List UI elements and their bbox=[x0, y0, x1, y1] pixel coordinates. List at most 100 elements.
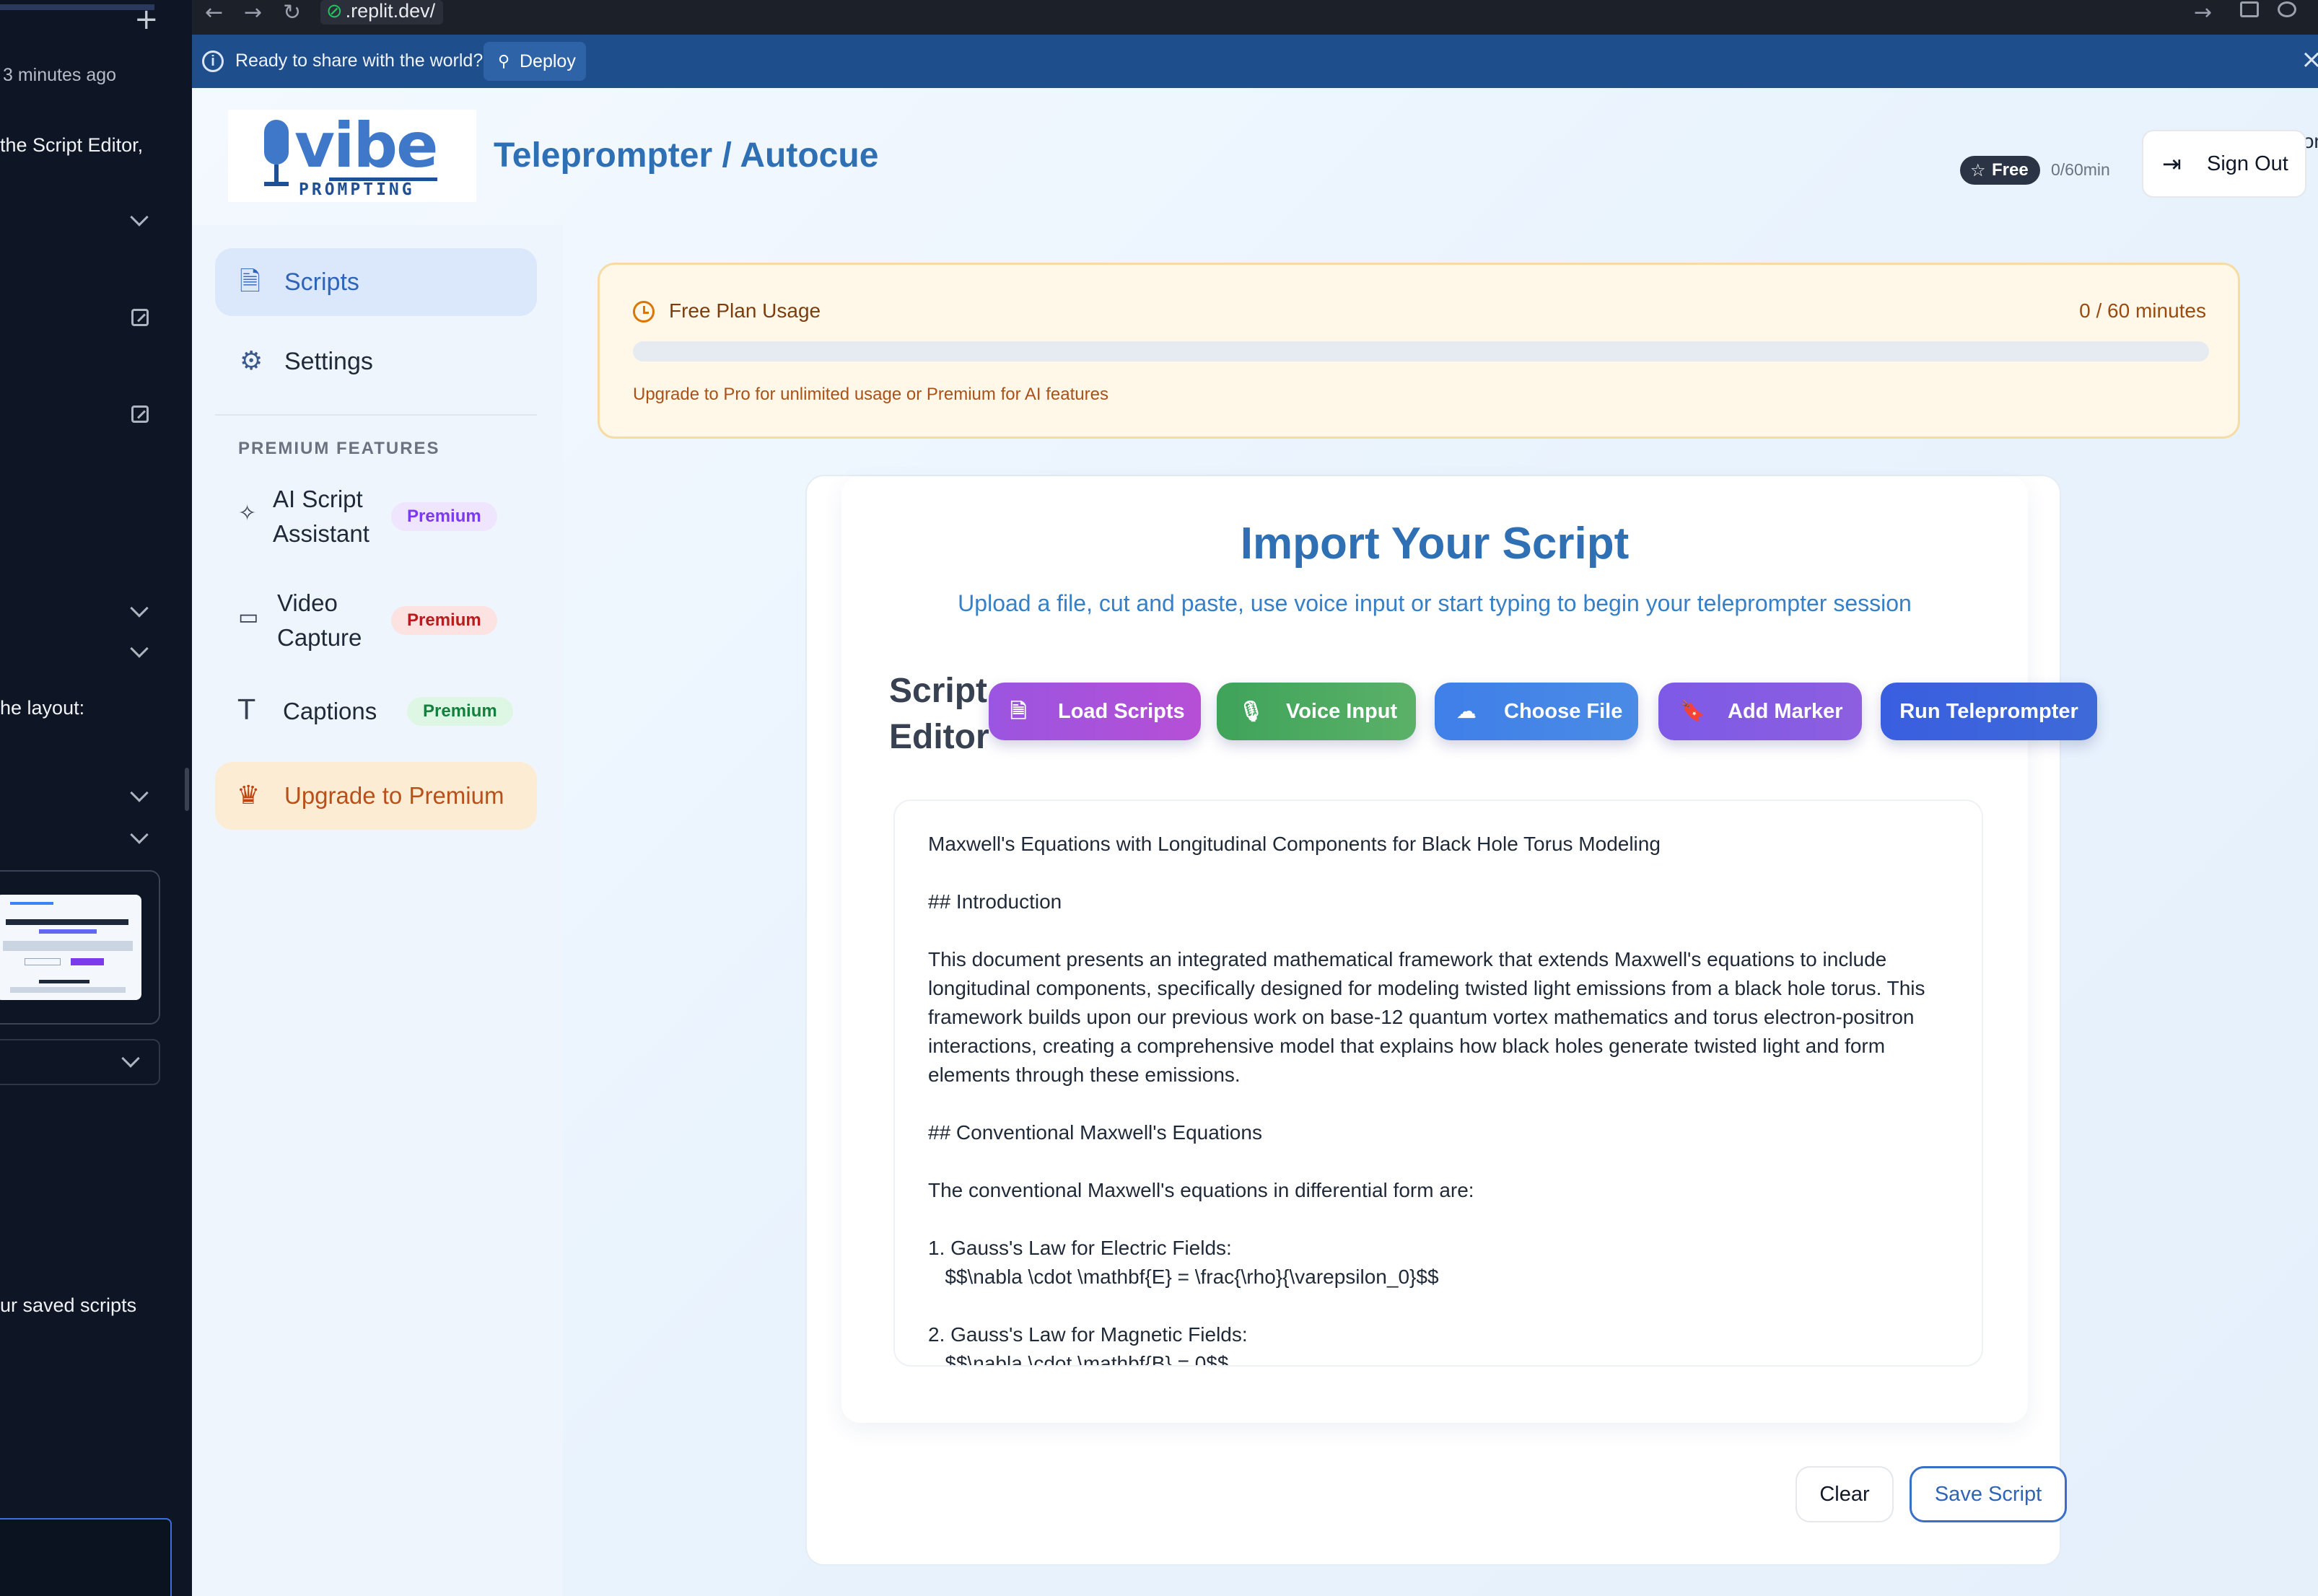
panel-resize-handle[interactable] bbox=[185, 768, 189, 811]
vibe-prompting-logo[interactable]: vibe PROMPTING bbox=[228, 110, 476, 202]
file-icon: 🗎 bbox=[1010, 699, 1027, 723]
sidebar-item-label: Settings bbox=[284, 348, 373, 375]
chat-input[interactable] bbox=[0, 1518, 172, 1596]
sidebar-item-label: Scripts bbox=[284, 268, 359, 296]
logout-icon: ⇥ bbox=[2162, 150, 2182, 177]
url-text: .replit.dev/ bbox=[345, 0, 436, 22]
sidebar-item-settings[interactable]: ⚙ Settings bbox=[215, 328, 537, 395]
deploy-label: Deploy bbox=[520, 51, 576, 71]
tools-icon[interactable] bbox=[2278, 1, 2296, 17]
forward-icon[interactable]: → bbox=[244, 0, 262, 25]
reload-icon[interactable]: ↻ bbox=[283, 0, 301, 25]
panel-message-snippet: he layout: bbox=[0, 697, 85, 719]
premium-badge: Premium bbox=[391, 502, 497, 531]
load-scripts-button[interactable]: 🗎 Load Scripts bbox=[989, 683, 1201, 740]
usage-note: Upgrade to Pro for unlimited usage or Pr… bbox=[633, 385, 1108, 404]
panel-message-snippet: the Script Editor, bbox=[0, 134, 144, 156]
run-teleprompter-button[interactable]: Run Teleprompter bbox=[1881, 683, 2097, 740]
chevron-down-icon[interactable] bbox=[130, 784, 149, 802]
pin-icon: ⚲ bbox=[498, 52, 510, 70]
feature-label: Captions bbox=[283, 698, 377, 724]
feature-label: AI Script Assistant bbox=[273, 486, 369, 547]
browser-toolbar: ← → ↻ ⊘ .replit.dev/ → bbox=[192, 0, 2318, 35]
link-icon: ⊘ bbox=[326, 0, 343, 22]
chevron-down-icon[interactable] bbox=[130, 208, 149, 227]
sidebar-item-ai-script-assistant[interactable]: ✧ AI Script Assistant Premium bbox=[215, 481, 537, 553]
upgrade-label: Upgrade to Premium bbox=[284, 782, 504, 809]
replit-side-panel: + 3 minutes ago the Script Editor, he la… bbox=[0, 0, 192, 1596]
plan-badge: ☆ Free bbox=[1960, 156, 2040, 185]
usage-progress-bar bbox=[633, 341, 2209, 361]
url-bar[interactable]: ⊘ .replit.dev/ bbox=[320, 0, 443, 25]
deploy-button[interactable]: ⚲ Deploy bbox=[484, 42, 586, 81]
open-arrow-icon[interactable]: → bbox=[2194, 0, 2212, 25]
back-icon[interactable]: ← bbox=[205, 0, 223, 25]
crown-icon: ♛ bbox=[237, 781, 261, 810]
text-icon: T bbox=[238, 694, 255, 726]
sidebar: 🗎 Scripts ⚙ Settings PREMIUM FEATURES ✧ … bbox=[192, 225, 563, 1596]
video-icon: ▭ bbox=[238, 605, 259, 630]
premium-badge: Premium bbox=[391, 606, 497, 635]
button-label: Add Marker bbox=[1728, 700, 1843, 723]
cloud-upload-icon: ☁ bbox=[1456, 699, 1477, 723]
banner-message: Ready to share with the world? bbox=[235, 51, 484, 71]
sidebar-item-scripts[interactable]: 🗎 Scripts bbox=[215, 248, 537, 316]
panel-top-bar bbox=[0, 0, 154, 10]
close-icon[interactable]: × bbox=[2301, 45, 2318, 74]
star-icon: ☆ bbox=[1970, 160, 1986, 180]
voice-input-button[interactable]: 🎙 Voice Input bbox=[1217, 683, 1416, 740]
premium-features-heading: PREMIUM FEATURES bbox=[238, 439, 440, 458]
sign-out-button[interactable]: ⇥ Sign Out bbox=[2142, 130, 2306, 198]
divider bbox=[215, 414, 537, 416]
premium-badge: Premium bbox=[407, 697, 513, 726]
open-external-icon[interactable] bbox=[131, 405, 149, 423]
chevron-down-icon[interactable] bbox=[121, 1049, 140, 1068]
script-editor-label: Script Editor bbox=[889, 672, 989, 756]
plus-icon[interactable]: + bbox=[134, 3, 159, 36]
button-label: Run Teleprompter bbox=[1899, 700, 2078, 723]
usage-count: 0 / 60 minutes bbox=[2079, 299, 2206, 322]
feature-label: Video Capture bbox=[277, 589, 362, 651]
button-label: Voice Input bbox=[1286, 700, 1398, 723]
choose-file-button[interactable]: ☁ Choose File bbox=[1435, 683, 1638, 740]
button-label: Load Scripts bbox=[1058, 700, 1185, 723]
page-title: Teleprompter / Autocue bbox=[494, 136, 879, 175]
import-title: Import Your Script bbox=[1240, 519, 1630, 569]
chevron-down-icon[interactable] bbox=[130, 639, 149, 658]
clock-icon bbox=[633, 301, 655, 323]
screenshot-thumbnail[interactable] bbox=[0, 895, 141, 1000]
open-external-icon[interactable] bbox=[131, 309, 149, 326]
save-script-button[interactable]: Save Script bbox=[1910, 1466, 2067, 1522]
chevron-down-icon[interactable] bbox=[130, 825, 149, 844]
import-script-card: Import Your Script Upload a file, cut an… bbox=[805, 475, 2097, 1566]
microphone-icon: 🎙 bbox=[1238, 699, 1264, 723]
devices-icon[interactable] bbox=[2240, 1, 2259, 17]
sidebar-item-video-capture[interactable]: ▭ Video Capture Premium bbox=[215, 584, 537, 657]
teleprompter-app: vibe PROMPTING Teleprompter / Autocue Ja… bbox=[192, 88, 2318, 1596]
sign-out-label: Sign Out bbox=[2207, 152, 2288, 175]
clear-button[interactable]: Clear bbox=[1796, 1466, 1894, 1522]
script-editor-textarea[interactable]: Maxwell's Equations with Longitudinal Co… bbox=[893, 799, 1983, 1367]
upgrade-to-premium-button[interactable]: ♛ Upgrade to Premium bbox=[215, 762, 537, 830]
collapsed-row[interactable] bbox=[0, 1039, 160, 1085]
deploy-banner: i Ready to share with the world? ⚲ Deplo… bbox=[192, 35, 2318, 88]
panel-timestamp: 3 minutes ago bbox=[3, 65, 117, 85]
logo-subtitle: PROMPTING bbox=[299, 180, 415, 199]
chevron-down-icon[interactable] bbox=[130, 599, 149, 618]
usage-minutes: 0/60min bbox=[2051, 160, 2110, 179]
import-subtitle: Upload a file, cut and paste, use voice … bbox=[958, 590, 1912, 616]
usage-title: Free Plan Usage bbox=[669, 299, 821, 322]
sidebar-item-captions[interactable]: T Captions Premium bbox=[215, 690, 537, 733]
button-label: Choose File bbox=[1504, 700, 1623, 723]
add-marker-button[interactable]: 🔖 Add Marker bbox=[1658, 683, 1862, 740]
script-editor-content[interactable]: Maxwell's Equations with Longitudinal Co… bbox=[928, 830, 1967, 1365]
logo-word: vibe bbox=[294, 110, 438, 182]
bookmark-icon: 🔖 bbox=[1680, 699, 1705, 723]
document-icon: 🗎 bbox=[240, 267, 261, 297]
free-plan-usage-card: Free Plan Usage 0 / 60 minutes Upgrade t… bbox=[598, 263, 2240, 439]
sparkle-icon: ✧ bbox=[238, 501, 257, 526]
gear-icon: ⚙ bbox=[240, 346, 263, 376]
panel-message-snippet: ur saved scripts bbox=[0, 1294, 137, 1316]
microphone-icon bbox=[264, 120, 289, 165]
plan-badge-label: Free bbox=[1992, 160, 2029, 180]
